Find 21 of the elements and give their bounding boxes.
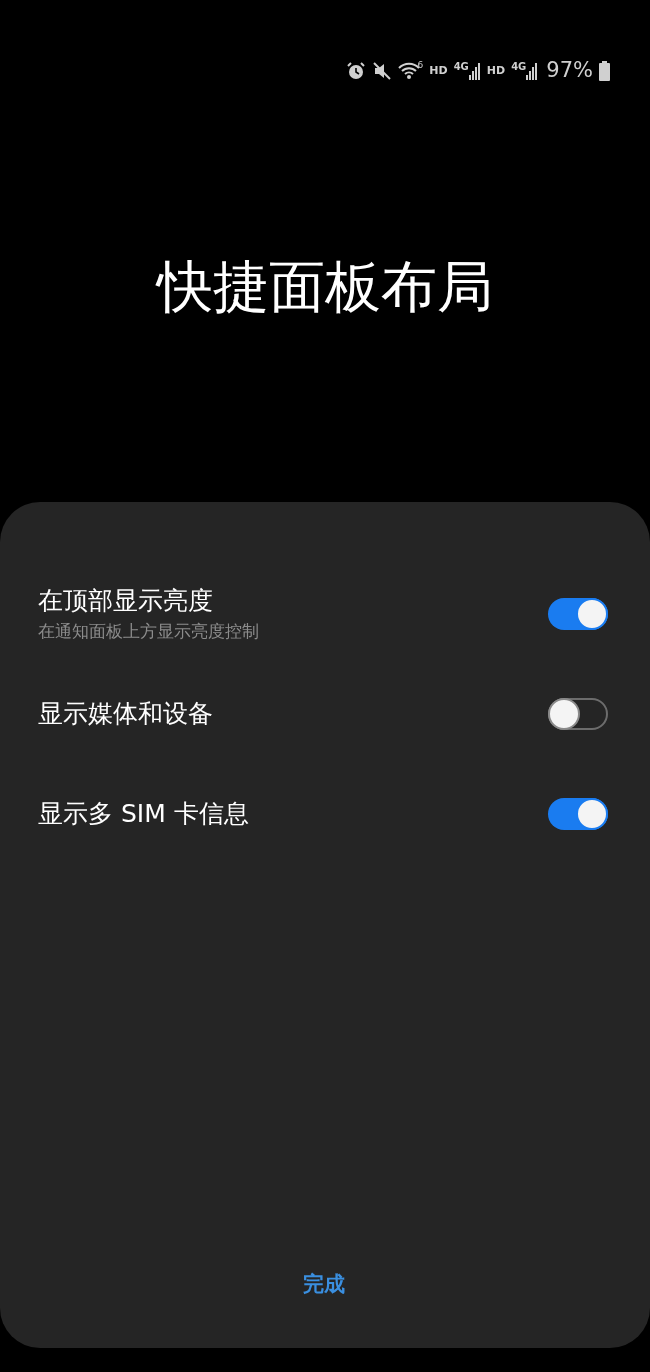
battery-percent: 97% xyxy=(546,57,593,85)
setting-description: 在通知面板上方显示亮度控制 xyxy=(38,620,259,643)
wifi-icon xyxy=(397,61,420,81)
signal-icon xyxy=(526,62,539,80)
wifi-generation-label: 6 xyxy=(417,61,424,70)
toggle-switch[interactable] xyxy=(548,698,608,730)
mute-icon xyxy=(371,61,392,81)
toggle-switch[interactable] xyxy=(548,598,608,630)
setting-label: 显示媒体和设备 xyxy=(38,698,213,730)
battery-icon xyxy=(599,61,610,81)
network-label: HD xyxy=(429,62,448,79)
network-type: 4G xyxy=(453,62,469,72)
setting-label: 显示多 SIM 卡信息 xyxy=(38,798,249,830)
network-type: 4G xyxy=(511,62,527,72)
page-title: 快捷面板布局 xyxy=(157,254,493,320)
alarm-icon xyxy=(345,61,366,81)
network-label: HD xyxy=(486,62,506,79)
signal-icon xyxy=(468,62,481,80)
setting-label: 在顶部显示亮度 xyxy=(38,585,214,617)
done-button[interactable]: 完成 xyxy=(293,1262,355,1306)
toggle-switch[interactable] xyxy=(548,798,608,830)
